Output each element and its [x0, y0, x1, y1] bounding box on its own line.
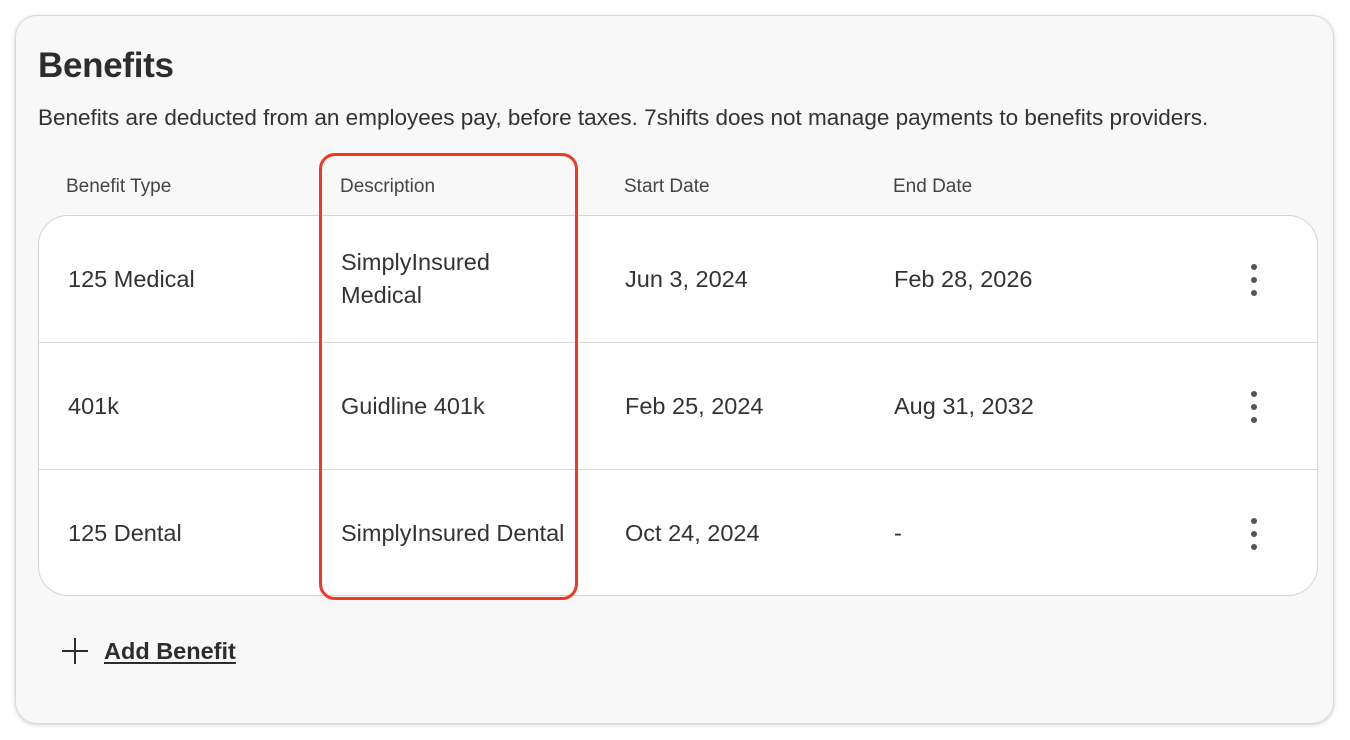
page-title: Benefits: [38, 46, 174, 85]
more-vertical-icon[interactable]: [1238, 389, 1270, 425]
start-date-cell: Feb 25, 2024: [625, 392, 764, 419]
column-header-benefit-type[interactable]: Benefit Type: [66, 176, 171, 198]
end-date-cell: Aug 31, 2032: [894, 392, 1034, 419]
description-cell: SimplyInsured Dental: [341, 519, 565, 546]
description-cell: SimplyInsured Medical: [341, 249, 490, 308]
column-header-end-date[interactable]: End Date: [893, 176, 972, 198]
description-cell: Guidline 401k: [341, 392, 485, 419]
end-date-cell: -: [894, 519, 902, 546]
page-description: Benefits are deducted from an employees …: [38, 105, 1209, 130]
benefit-type-cell: 125 Medical: [68, 265, 195, 292]
more-vertical-icon[interactable]: [1238, 516, 1270, 552]
add-benefit-button[interactable]: Add Benefit: [60, 636, 236, 666]
benefit-type-cell: 401k: [68, 392, 119, 419]
plus-icon: [60, 636, 90, 666]
table-row[interactable]: 401k Guidline 401k Feb 25, 2024 Aug 31, …: [39, 343, 1317, 469]
add-benefit-label: Add Benefit: [104, 637, 236, 664]
column-header-description[interactable]: Description: [340, 176, 435, 198]
more-vertical-icon[interactable]: [1238, 262, 1270, 298]
table-row[interactable]: 125 Dental SimplyInsured Dental Oct 24, …: [39, 470, 1317, 595]
start-date-cell: Jun 3, 2024: [625, 265, 748, 292]
start-date-cell: Oct 24, 2024: [625, 519, 760, 546]
benefit-type-cell: 125 Dental: [68, 519, 182, 546]
benefits-table: 125 Medical SimplyInsured Medical Jun 3,…: [38, 215, 1318, 596]
column-header-start-date[interactable]: Start Date: [624, 176, 710, 198]
benefits-card: Benefits Benefits are deducted from an e…: [15, 15, 1334, 724]
table-row[interactable]: 125 Medical SimplyInsured Medical Jun 3,…: [39, 216, 1317, 342]
end-date-cell: Feb 28, 2026: [894, 265, 1033, 292]
